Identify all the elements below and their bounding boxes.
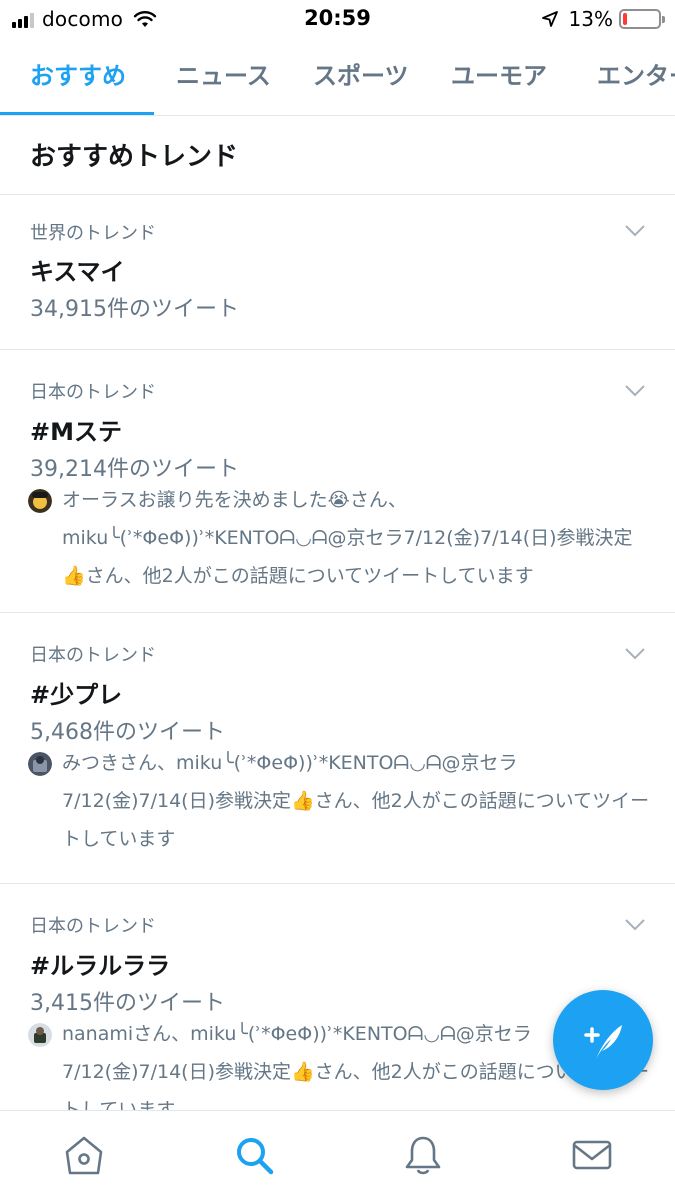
avatar bbox=[28, 752, 52, 776]
battery-percent: 13% bbox=[568, 7, 613, 31]
tab-sports[interactable]: スポーツ bbox=[313, 44, 409, 115]
trend-context: 日本のトレンド bbox=[30, 382, 156, 403]
tab-entertainment[interactable]: エンター bbox=[597, 44, 675, 115]
location-icon bbox=[541, 11, 558, 27]
battery-icon bbox=[619, 9, 665, 29]
search-icon[interactable] bbox=[232, 1133, 276, 1177]
trend-name: #少プレ bbox=[30, 681, 123, 709]
trend-context: 日本のトレンド bbox=[30, 916, 156, 937]
bell-icon[interactable] bbox=[401, 1133, 445, 1177]
trend-social-proof: オーラスお譲り先を決めました😭さん、miku╰(ʾ*ΦeΦ))ʾ*KENTOᗩ◡… bbox=[62, 489, 633, 587]
tab-humor[interactable]: ユーモア bbox=[451, 44, 547, 115]
trend-tweet-count: 34,915件のツイート bbox=[30, 297, 239, 322]
trend-social-proof: みつきさん、miku╰(ʾ*ΦeΦ))ʾ*KENTOᗩ◡ᗩ@京セラ7/12(金)… bbox=[62, 752, 650, 850]
active-tab-indicator bbox=[0, 112, 154, 115]
compose-tweet-button[interactable] bbox=[553, 990, 653, 1090]
trend-item[interactable]: 日本のトレンド #少プレ 5,468件のツイート みつきさん、miku╰(ʾ*Φ… bbox=[0, 613, 675, 883]
compose-tweet-icon bbox=[584, 1025, 622, 1059]
status-bar: docomo 20:59 13% bbox=[0, 0, 675, 40]
trend-name: キスマイ bbox=[30, 258, 125, 286]
battery-level-fill bbox=[623, 13, 627, 25]
trend-tweet-count: 5,468件のツイート bbox=[30, 720, 225, 745]
avatar bbox=[28, 1023, 52, 1047]
mail-icon[interactable] bbox=[570, 1133, 614, 1177]
tab-news[interactable]: ニュース bbox=[176, 44, 271, 115]
chevron-down-icon[interactable] bbox=[625, 919, 645, 931]
tab-recommended[interactable]: おすすめ bbox=[30, 44, 126, 115]
avatar bbox=[28, 489, 52, 513]
trend-item[interactable]: 世界のトレンド キスマイ 34,915件のツイート bbox=[0, 195, 675, 349]
trend-name: #ルラルララ bbox=[30, 952, 171, 980]
chevron-down-icon[interactable] bbox=[625, 225, 645, 237]
trend-item[interactable]: 日本のトレンド #Mステ 39,214件のツイート オーラスお譲り先を決めました… bbox=[0, 350, 675, 612]
chevron-down-icon[interactable] bbox=[625, 648, 645, 660]
trend-name: #Mステ bbox=[30, 418, 122, 446]
trend-tweet-count: 39,214件のツイート bbox=[30, 457, 239, 482]
category-tab-bar: おすすめ ニュース スポーツ ユーモア エンター bbox=[0, 44, 675, 116]
bottom-navigation bbox=[0, 1110, 675, 1200]
trend-context: 世界のトレンド bbox=[30, 223, 156, 244]
chevron-down-icon[interactable] bbox=[625, 385, 645, 397]
trend-context: 日本のトレンド bbox=[30, 645, 156, 666]
home-icon[interactable] bbox=[62, 1133, 106, 1177]
section-title: おすすめトレンド bbox=[30, 142, 239, 172]
trend-tweet-count: 3,415件のツイート bbox=[30, 991, 225, 1016]
